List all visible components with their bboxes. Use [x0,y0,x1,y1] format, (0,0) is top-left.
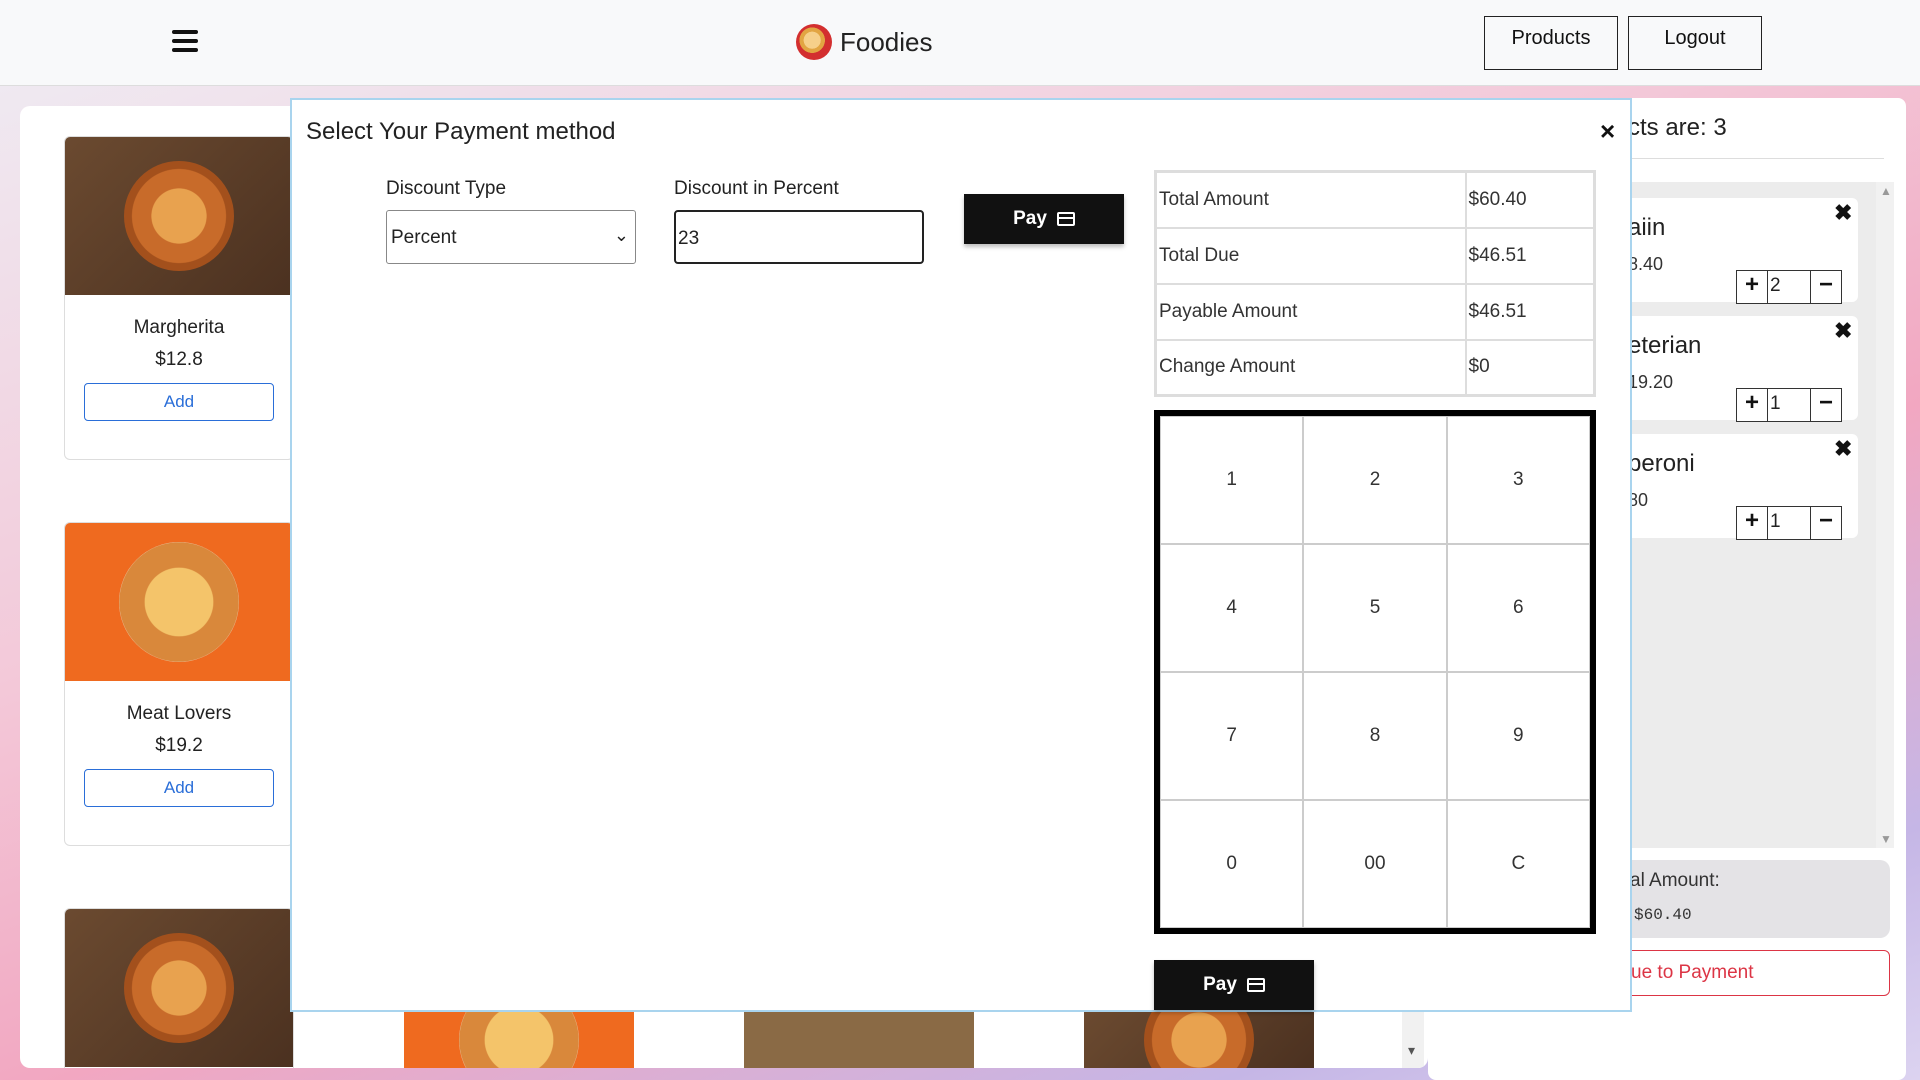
table-row: Total Amount $60.40 [1154,170,1596,229]
scrollbar[interactable]: ▲ ▼ [1876,182,1894,848]
summary-label: Total Amount [1154,170,1467,229]
payment-modal: Select Your Payment method × Discount Ty… [290,98,1632,1012]
pay-label: Pay [1203,974,1237,995]
credit-card-icon [1056,212,1075,226]
product-price: $12.8 [155,349,203,370]
remove-item-icon[interactable]: ✖ [1834,318,1852,344]
cart-total-label: al Amount: [1630,870,1720,891]
keypad-key-9[interactable]: 9 [1446,672,1590,800]
summary-label: Change Amount [1154,338,1467,397]
summary-value: $0 [1464,338,1596,397]
keypad-key-5[interactable]: 5 [1303,544,1447,672]
keypad-key-00[interactable]: 00 [1303,800,1447,928]
keypad-key-4[interactable]: 4 [1160,544,1304,672]
keypad-key-1[interactable]: 1 [1160,416,1304,544]
cart-item-name: eterian [1628,332,1702,359]
summary-label: Total Due [1154,226,1467,285]
plus-icon[interactable]: + [1737,389,1767,421]
discount-type-value: Percent [391,227,457,248]
keypad-key-6[interactable]: 6 [1446,544,1590,672]
scroll-up-icon[interactable]: ▲ [1880,184,1892,198]
summary-value: $46.51 [1464,226,1596,285]
product-name: Margherita [133,317,225,338]
summary-label: Payable Amount [1154,282,1467,341]
add-product-button[interactable]: Add [84,769,274,807]
logout-button[interactable]: Logout [1628,16,1762,70]
product-image [1084,985,1314,1068]
cart-item-name: aiin [1628,214,1666,241]
brand[interactable]: Foodies [796,24,933,60]
minus-icon[interactable]: − [1811,389,1841,421]
product-image [65,137,293,295]
table-row: Payable Amount $46.51 [1154,282,1596,341]
product-image [65,523,293,681]
product-name: Meat Lovers [126,703,232,724]
summary-value: $60.40 [1464,170,1596,229]
plus-icon[interactable]: + [1737,271,1767,303]
product-image [744,1012,974,1068]
continue-to-payment-button[interactable]: ue to Payment [1618,950,1890,996]
discount-type-label: Discount Type [386,178,507,199]
discount-percent-input[interactable]: 23 [674,210,924,264]
cart-item: eterian 19.20 ✖ + 1 − [1618,316,1858,422]
cart-item-name: peroni [1628,450,1695,477]
discount-percent-label: Discount in Percent [674,178,839,199]
top-navbar: Foodies Products Logout [0,0,1920,86]
credit-card-icon [1246,978,1265,992]
summary-value: $46.51 [1464,282,1596,341]
brand-logo-icon [796,24,832,60]
numeric-keypad: 1 2 3 4 5 6 7 8 9 0 00 C [1154,410,1596,934]
cart-item: aiin 8.40 ✖ + 2 − [1618,198,1858,304]
quantity-input[interactable]: 1 [1767,389,1811,421]
scroll-down-icon[interactable]: ▼ [1880,832,1892,846]
product-image [404,980,634,1068]
pay-button[interactable]: Pay [964,194,1124,244]
discount-type-select[interactable]: Percent ⌄ [386,210,636,264]
products-button[interactable]: Products [1484,16,1618,70]
chevron-down-icon: ⌄ [613,225,629,245]
brand-name: Foodies [840,26,933,57]
payment-summary-table: Total Amount $60.40 Total Due $46.51 Pay… [1154,170,1596,397]
keypad-key-0[interactable]: 0 [1160,800,1304,928]
remove-item-icon[interactable]: ✖ [1834,200,1852,226]
keypad-key-clear[interactable]: C [1446,800,1590,928]
quantity-stepper: + 1 − [1736,388,1842,422]
product-card [64,908,294,1068]
close-icon[interactable]: × [1600,116,1615,147]
remove-item-icon[interactable]: ✖ [1834,436,1852,462]
quantity-input[interactable]: 1 [1767,507,1811,539]
minus-icon[interactable]: − [1811,507,1841,539]
scrollbar[interactable] [1402,1012,1424,1068]
keypad-key-3[interactable]: 3 [1446,416,1590,544]
cart-total-value: $60.40 [1634,906,1692,924]
quantity-stepper: + 2 − [1736,270,1842,304]
cart-item-price: 8.40 [1628,254,1664,274]
pay-button-bottom[interactable]: Pay [1154,960,1314,1010]
plus-icon[interactable]: + [1737,507,1767,539]
table-row: Change Amount $0 [1154,338,1596,397]
cart-total: al Amount: $60.40 [1618,860,1890,938]
keypad-key-2[interactable]: 2 [1303,416,1447,544]
quantity-stepper: + 1 − [1736,506,1842,540]
modal-title: Select Your Payment method [306,118,616,145]
table-row: Total Due $46.51 [1154,226,1596,285]
cart-item: peroni 80 ✖ + 1 − [1618,434,1858,540]
cart-title: cts are: 3 [1628,114,1727,141]
hamburger-menu-icon[interactable] [172,30,198,54]
keypad-key-8[interactable]: 8 [1303,672,1447,800]
divider [1618,158,1884,159]
quantity-input[interactable]: 2 [1767,271,1811,303]
product-card: Meat Lovers $19.2 Add [64,522,294,846]
product-image [65,909,293,1067]
keypad-key-7[interactable]: 7 [1160,672,1304,800]
add-product-button[interactable]: Add [84,383,274,421]
product-price: $19.2 [155,735,203,756]
minus-icon[interactable]: − [1811,271,1841,303]
pay-label: Pay [1013,208,1047,229]
cart-list: aiin 8.40 ✖ + 2 − eterian 19.20 ✖ + 1 − … [1618,182,1894,848]
product-card: Margherita $12.8 Add [64,136,294,460]
cart-item-price: 19.20 [1628,372,1674,392]
